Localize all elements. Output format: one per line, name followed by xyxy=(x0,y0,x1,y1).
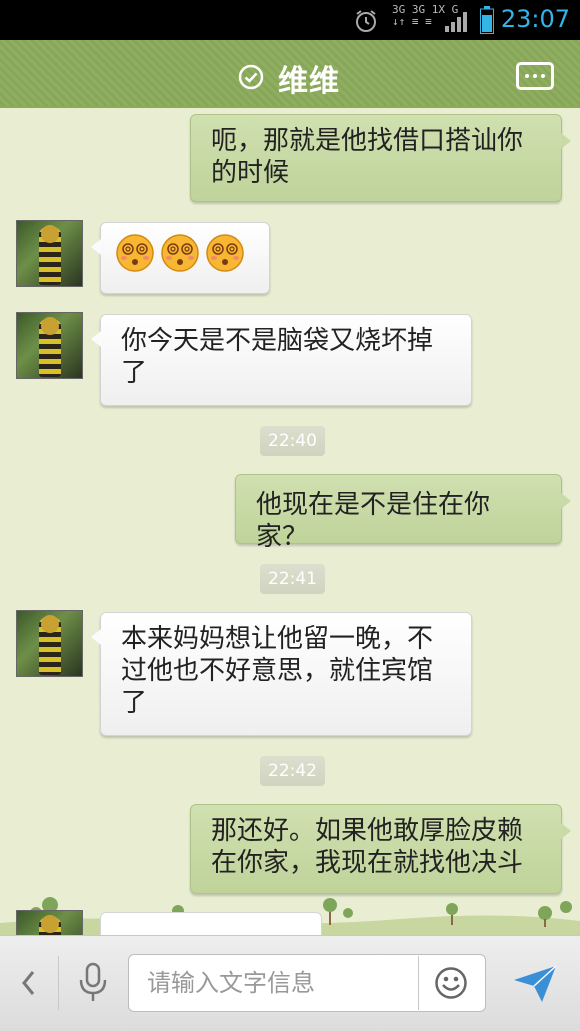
avatar-head xyxy=(41,615,59,633)
avatar[interactable] xyxy=(16,220,83,287)
avatar-head xyxy=(41,915,59,933)
message-text: 那还好。如果他敢厚脸皮赖在你家，我现在就找他决斗 xyxy=(211,816,524,878)
microphone-icon[interactable] xyxy=(76,962,110,1004)
divider xyxy=(418,956,419,1010)
avatar-head xyxy=(41,317,59,335)
avatar[interactable] xyxy=(16,312,83,379)
message-text: 你今天是不是脑袋又烧坏掉了 xyxy=(121,326,434,388)
outgoing-message[interactable]: 他现在是不是住在你家？ xyxy=(235,474,571,552)
incoming-message[interactable] xyxy=(91,222,270,294)
outgoing-message[interactable]: 呃，那就是他找借口搭讪你的时候 xyxy=(190,114,571,202)
incoming-message-partial[interactable] xyxy=(100,912,322,935)
chat-area[interactable]: 呃，那就是他找借口搭讪你的时候 你今天是不是脑袋又烧坏掉了 22:40 他现在是… xyxy=(0,108,580,935)
dizzy-face-icon xyxy=(206,234,244,272)
message-text: 本来妈妈想让他留一晚，不过他也不好意思，就住宾馆了 xyxy=(121,624,434,718)
message-input[interactable]: 请输入文字信息 xyxy=(128,954,486,1012)
outgoing-message[interactable]: 那还好。如果他敢厚脸皮赖在你家，我现在就找他决斗 xyxy=(190,804,571,894)
smiley-icon[interactable] xyxy=(434,966,468,1000)
incoming-message[interactable]: 你今天是不是脑袋又烧坏掉了 xyxy=(91,314,472,406)
timestamp: 22:42 xyxy=(260,756,325,786)
menu-icon-dot xyxy=(541,74,545,78)
check-circle-icon xyxy=(238,64,264,90)
message-input-placeholder: 请输入文字信息 xyxy=(147,969,315,997)
signal-icon xyxy=(445,12,467,32)
menu-button[interactable] xyxy=(516,62,554,90)
chat-title: 维维 xyxy=(278,64,340,99)
avatar[interactable] xyxy=(16,610,83,677)
avatar[interactable] xyxy=(16,910,83,935)
dizzy-face-icon xyxy=(116,234,154,272)
message-text: 他现在是不是住在你家？ xyxy=(256,490,491,552)
status-bar: 3G 3G 1X G ↓↑ ≡ ≡ 23:07 xyxy=(0,0,580,40)
battery-icon xyxy=(480,6,494,34)
back-arrow-icon[interactable] xyxy=(18,968,40,998)
alarm-icon xyxy=(356,10,376,32)
chat-header: 维维 xyxy=(0,40,580,114)
timestamp: 22:41 xyxy=(260,564,325,594)
divider xyxy=(58,956,59,1010)
dizzy-face-icon xyxy=(161,234,199,272)
menu-icon-dot xyxy=(533,74,537,78)
message-text: 呃，那就是他找借口搭讪你的时候 xyxy=(211,126,524,188)
send-icon[interactable] xyxy=(512,962,558,1004)
timestamp: 22:40 xyxy=(260,426,325,456)
status-time: 23:07 xyxy=(500,5,570,33)
incoming-message[interactable]: 本来妈妈想让他留一晚，不过他也不好意思，就住宾馆了 xyxy=(91,612,472,736)
avatar-head xyxy=(41,225,59,243)
input-bar: 请输入文字信息 xyxy=(0,935,580,1031)
menu-icon xyxy=(525,74,529,78)
